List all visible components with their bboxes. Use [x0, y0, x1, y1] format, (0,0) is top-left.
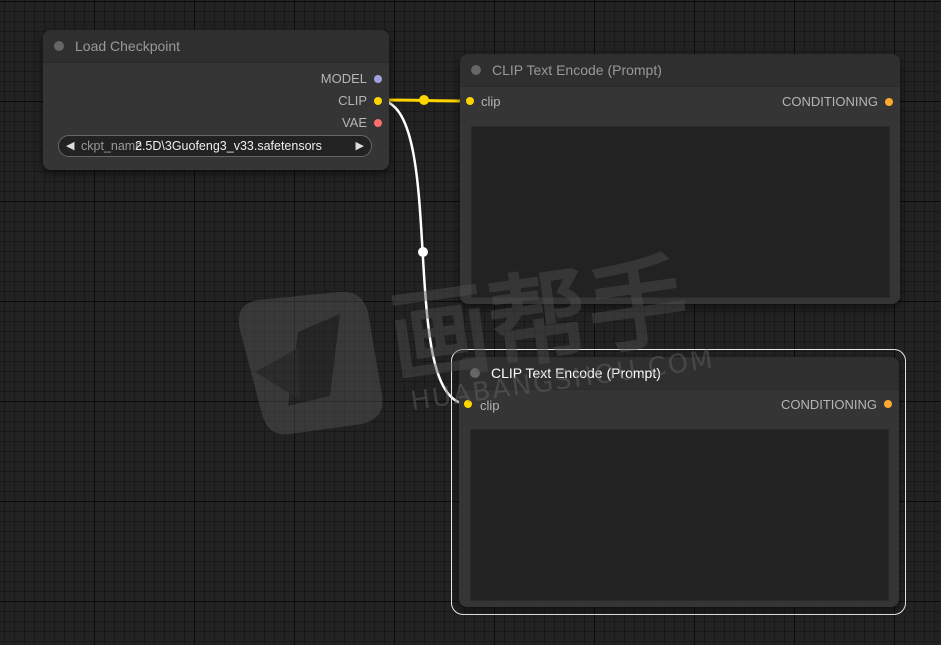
- node-title: CLIP Text Encode (Prompt): [491, 365, 661, 381]
- output-label-clip: CLIP: [338, 93, 367, 108]
- collapse-dot-icon[interactable]: [54, 41, 64, 51]
- combo-next-arrow-icon[interactable]: ▶: [356, 136, 364, 156]
- node-title-bar[interactable]: CLIP Text Encode (Prompt): [459, 357, 899, 390]
- output-slot-model[interactable]: [374, 75, 382, 83]
- ckpt-name-combo[interactable]: ◀ ckpt_name 2.5D\3Guofeng3_v33.safetenso…: [58, 135, 372, 157]
- prompt-textarea[interactable]: [470, 429, 889, 601]
- prompt-textarea[interactable]: [471, 126, 890, 298]
- output-slot-clip[interactable]: [374, 97, 382, 105]
- output-label-vae: VAE: [341, 115, 367, 130]
- input-label-clip: clip: [480, 398, 500, 413]
- collapse-dot-icon[interactable]: [470, 368, 480, 378]
- node-title: Load Checkpoint: [75, 38, 181, 54]
- clip-text-encode-node-2[interactable]: CLIP Text Encode (Prompt) clip CONDITION…: [459, 357, 899, 607]
- input-label-clip: clip: [481, 94, 501, 109]
- output-slot-vae[interactable]: [374, 119, 382, 127]
- input-slot-clip[interactable]: [466, 97, 474, 105]
- clip-link-to-encode-1[interactable]: [377, 98, 471, 103]
- combo-prev-arrow-icon[interactable]: ◀: [66, 136, 74, 156]
- clip-link-2-midpoint[interactable]: [418, 247, 428, 257]
- node-title-bar[interactable]: Load Checkpoint: [43, 30, 389, 63]
- input-slot-clip[interactable]: [464, 400, 472, 408]
- node-title-bar[interactable]: CLIP Text Encode (Prompt): [460, 54, 900, 87]
- output-label-model: MODEL: [320, 71, 367, 86]
- output-slot-conditioning[interactable]: [885, 98, 893, 106]
- watermark-logo-icon: [238, 291, 383, 435]
- widget-name: ckpt_name: [81, 139, 143, 153]
- output-label-conditioning: CONDITIONING: [781, 94, 878, 109]
- load-checkpoint-node[interactable]: Load Checkpoint MODEL CLIP VAE ◀ ckpt_na…: [43, 30, 389, 170]
- output-slot-conditioning[interactable]: [884, 400, 892, 408]
- clip-text-encode-node-1[interactable]: CLIP Text Encode (Prompt) clip CONDITION…: [460, 54, 900, 304]
- output-label-conditioning: CONDITIONING: [780, 397, 877, 412]
- widget-value: 2.5D\3Guofeng3_v33.safetensors: [135, 139, 322, 153]
- node-title: CLIP Text Encode (Prompt): [492, 62, 662, 78]
- collapse-dot-icon[interactable]: [471, 65, 481, 75]
- clip-link-1-midpoint[interactable]: [419, 95, 429, 105]
